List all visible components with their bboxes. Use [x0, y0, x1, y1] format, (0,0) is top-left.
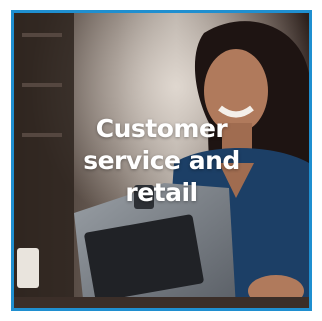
tile-photo — [14, 13, 309, 308]
category-tile-customer-service-retail[interactable]: Customer service and retail — [11, 10, 312, 311]
